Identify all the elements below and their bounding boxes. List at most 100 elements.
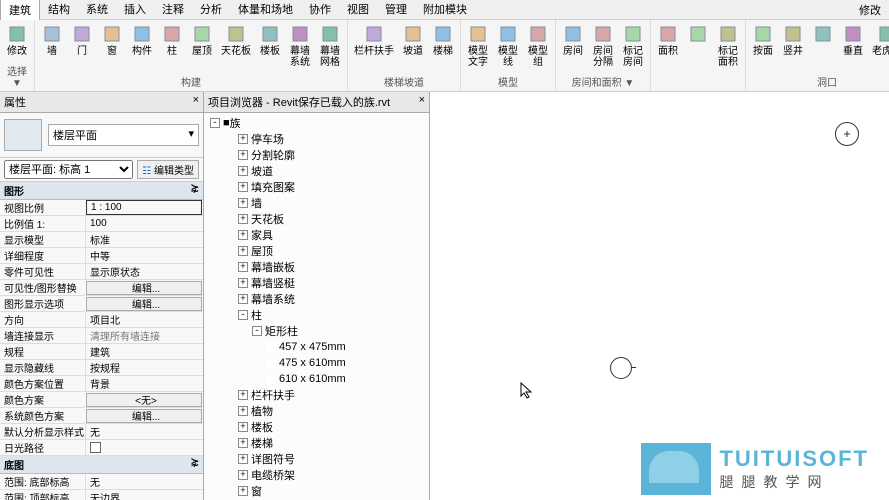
tree-item-分割轮廓[interactable]: +分割轮廓 xyxy=(206,147,427,163)
property-value[interactable]: 无 xyxy=(85,424,203,439)
property-row[interactable]: 默认分析显示样式无 xyxy=(0,424,203,440)
tree-item-天花板[interactable]: +天花板 xyxy=(206,211,427,227)
tree-item-坡道[interactable]: +坡道 xyxy=(206,163,427,179)
property-row[interactable]: 系统颜色方案编辑... xyxy=(0,408,203,424)
property-row[interactable]: 范围: 底部标高无 xyxy=(0,474,203,490)
view-marker-icon[interactable] xyxy=(610,357,632,379)
tree-item-幕墙竖梃[interactable]: +幕墙竖梃 xyxy=(206,275,427,291)
property-value[interactable]: 无边界 xyxy=(85,490,203,500)
tree-item-停车场[interactable]: +停车场 xyxy=(206,131,427,147)
ribbon-门[interactable]: 门 xyxy=(67,22,97,73)
ribbon-竖井[interactable]: 竖井 xyxy=(778,22,808,73)
expander-icon[interactable]: + xyxy=(238,294,248,304)
tab-管理[interactable]: 管理 xyxy=(377,0,415,20)
property-row[interactable]: 日光路径 xyxy=(0,440,203,456)
property-section-图形[interactable]: 图形⋩ xyxy=(0,182,203,200)
expander-icon[interactable]: + xyxy=(238,214,248,224)
checkbox[interactable] xyxy=(90,442,101,453)
tree-item-填充图案[interactable]: +填充图案 xyxy=(206,179,427,195)
tree-item-475 x 610mm[interactable]: 475 x 610mm xyxy=(206,355,427,371)
property-row[interactable]: 比例值 1:100 xyxy=(0,216,203,232)
tree-root[interactable]: - ■ 族 xyxy=(206,115,427,131)
tab-修改[interactable]: 修改 xyxy=(851,0,889,20)
expander-icon[interactable]: + xyxy=(238,486,248,496)
property-row[interactable]: 颜色方案位置背景 xyxy=(0,376,203,392)
ribbon-坡道[interactable]: 坡道 xyxy=(398,22,428,73)
ribbon-房间分隔[interactable]: 房间 分隔 xyxy=(588,22,618,73)
ribbon-标记面积[interactable]: 标记 面积 xyxy=(713,22,743,88)
tree-item-墙[interactable]: +墙 xyxy=(206,195,427,211)
ribbon-墙[interactable]: 墙 xyxy=(37,22,67,73)
tree-item-植物[interactable]: +植物 xyxy=(206,403,427,419)
property-value[interactable]: <无> xyxy=(86,393,202,407)
tab-协作[interactable]: 协作 xyxy=(301,0,339,20)
tab-附加模块[interactable]: 附加模块 xyxy=(415,0,475,20)
ribbon-垂直[interactable]: 垂直 xyxy=(838,22,868,73)
tab-视图[interactable]: 视图 xyxy=(339,0,377,20)
tree-item-幕墙嵌板[interactable]: +幕墙嵌板 xyxy=(206,259,427,275)
ribbon-屋顶[interactable]: 屋顶 xyxy=(187,22,217,73)
expander-icon[interactable]: + xyxy=(238,406,248,416)
ribbon-天花板[interactable]: 天花板 xyxy=(217,22,255,73)
expander-icon[interactable]: - xyxy=(210,118,220,128)
property-value[interactable]: 项目北 xyxy=(85,312,203,327)
tree-item-楼梯[interactable]: +楼梯 xyxy=(206,435,427,451)
ribbon-模型组[interactable]: 模型 组 xyxy=(523,22,553,73)
property-value[interactable]: 无 xyxy=(85,474,203,489)
property-value[interactable]: 按规程 xyxy=(85,360,203,375)
ribbon-幕墙系统[interactable]: 幕墙 系统 xyxy=(285,22,315,73)
expander-icon[interactable]: + xyxy=(238,166,248,176)
property-row[interactable]: 详细程度中等 xyxy=(0,248,203,264)
type-selector-dropdown[interactable]: 楼层平面 ▾ xyxy=(48,124,199,146)
property-row[interactable]: 零件可见性显示原状态 xyxy=(0,264,203,280)
property-row[interactable]: 图形显示选项编辑... xyxy=(0,296,203,312)
ribbon-楼梯[interactable]: 楼梯 xyxy=(428,22,458,73)
expander-icon[interactable]: + xyxy=(238,390,248,400)
expander-icon[interactable]: + xyxy=(238,150,248,160)
ribbon-按面[interactable]: 按面 xyxy=(748,22,778,73)
tree-item-楼板[interactable]: +楼板 xyxy=(206,419,427,435)
tab-建筑[interactable]: 建筑 xyxy=(0,0,40,20)
tab-体量和场地[interactable]: 体量和场地 xyxy=(230,0,301,20)
property-value[interactable] xyxy=(85,440,203,455)
property-value[interactable]: 中等 xyxy=(85,248,203,263)
tree-item-幕墙系统[interactable]: +幕墙系统 xyxy=(206,291,427,307)
property-value[interactable]: 编辑... xyxy=(86,281,202,295)
expander-icon[interactable]: + xyxy=(238,134,248,144)
expander-icon[interactable]: - xyxy=(238,310,248,320)
property-row[interactable]: 颜色方案<无> xyxy=(0,392,203,408)
edit-type-button[interactable]: ☷ 编辑类型 xyxy=(137,160,199,179)
ribbon-房间[interactable]: 房间 xyxy=(558,22,588,73)
property-section-底图[interactable]: 底图⋩ xyxy=(0,456,203,474)
expander-icon[interactable]: + xyxy=(238,198,248,208)
property-row[interactable]: 墙连接显示清理所有墙连接 xyxy=(0,328,203,344)
ribbon-修改[interactable]: 修改 xyxy=(2,22,32,62)
property-value[interactable]: 编辑... xyxy=(86,409,202,423)
close-icon[interactable]: × xyxy=(419,94,425,110)
ribbon-item[interactable] xyxy=(808,22,838,73)
drawing-canvas[interactable]: TUITUISOFT 腿腿教学网 xyxy=(430,92,889,500)
property-row[interactable]: 规程建筑 xyxy=(0,344,203,360)
tree-item-柱[interactable]: -柱 xyxy=(206,307,427,323)
expander-icon[interactable]: + xyxy=(238,470,248,480)
tree-item-家具[interactable]: +家具 xyxy=(206,227,427,243)
ribbon-柱[interactable]: 柱 xyxy=(157,22,187,73)
close-icon[interactable]: × xyxy=(193,94,199,110)
ribbon-item[interactable] xyxy=(683,22,713,88)
ribbon-构件[interactable]: 构件 xyxy=(127,22,157,73)
property-row[interactable]: 显示隐藏线按规程 xyxy=(0,360,203,376)
expander-icon[interactable]: + xyxy=(238,438,248,448)
tab-插入[interactable]: 插入 xyxy=(116,0,154,20)
ribbon-模型线[interactable]: 模型 线 xyxy=(493,22,523,73)
property-row[interactable]: 方向项目北 xyxy=(0,312,203,328)
property-value[interactable]: 建筑 xyxy=(85,344,203,359)
instance-selector[interactable]: 楼层平面: 标高 1 xyxy=(4,160,133,179)
property-value[interactable]: 显示原状态 xyxy=(85,264,203,279)
tree-item-电缆桥架[interactable]: +电缆桥架 xyxy=(206,467,427,483)
tree-item-详图符号[interactable]: +详图符号 xyxy=(206,451,427,467)
expander-icon[interactable]: + xyxy=(238,246,248,256)
expander-icon[interactable]: + xyxy=(238,278,248,288)
expander-icon[interactable]: + xyxy=(238,262,248,272)
property-row[interactable]: 显示模型标准 xyxy=(0,232,203,248)
navigation-compass-icon[interactable] xyxy=(835,122,859,146)
